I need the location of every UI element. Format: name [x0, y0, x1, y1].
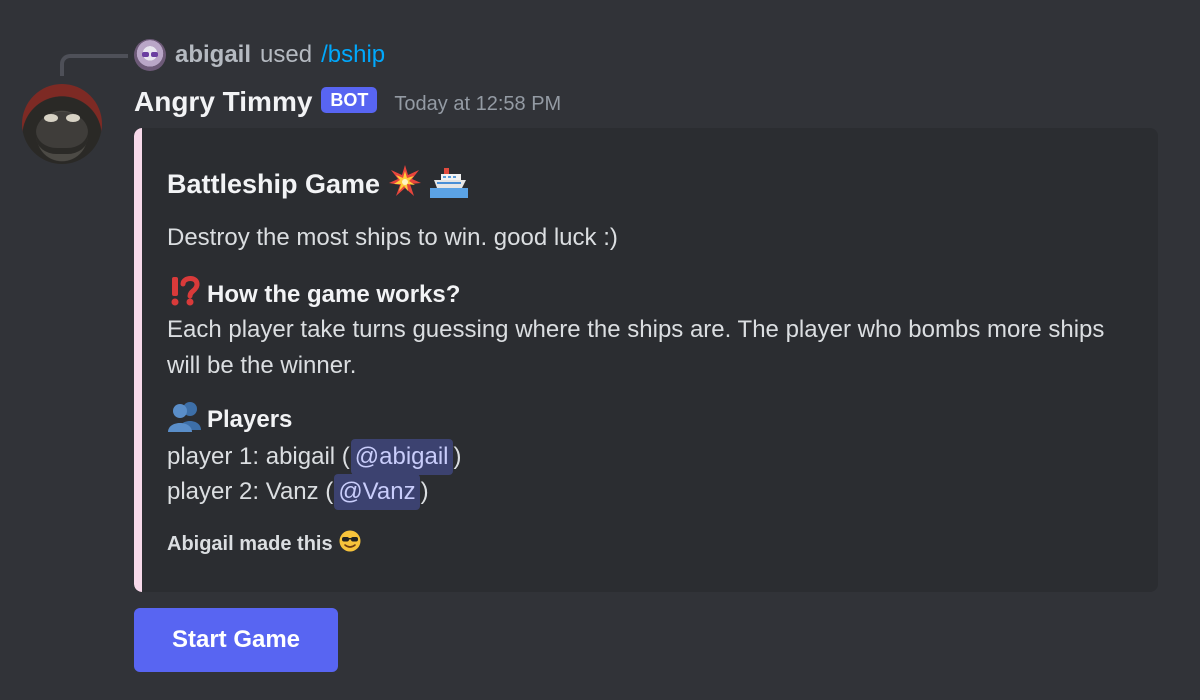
message-header: Angry Timmy BOT Today at 12:58 PM [134, 84, 561, 120]
reply-action-text: used [260, 41, 313, 68]
field-how-it-works-value: Each player take turns guessing where th… [167, 316, 1105, 379]
message-timestamp[interactable]: Today at 12:58 PM [394, 93, 561, 116]
embed-footer: Abigail made this [167, 530, 361, 558]
field-name-text: How the game works? [207, 280, 461, 308]
author-name[interactable]: Angry Timmy [134, 86, 312, 118]
reply-spine [60, 54, 128, 76]
embed-title: Battleship Game [167, 169, 381, 199]
field-how-it-works-name: How the game works? [167, 274, 460, 315]
reply-reference[interactable]: abigail used /bship [134, 38, 385, 72]
ship-icon [430, 164, 469, 205]
embed-accent-bar [134, 128, 142, 592]
sunglasses-face-icon [339, 530, 361, 558]
reply-username[interactable]: abigail [175, 41, 251, 69]
player-prefix: player 2: Vanz ( [167, 477, 334, 505]
collision-icon [388, 164, 422, 205]
player-prefix: player 1: abigail ( [167, 442, 350, 470]
start-game-button[interactable]: Start Game [134, 608, 338, 672]
player-line: player 2: Vanz ( @Vanz ) [167, 473, 462, 510]
player-suffix: ) [453, 442, 462, 470]
embed-card: Battleship Game Destroy the most ships t… [134, 128, 1158, 592]
reply-avatar[interactable] [134, 39, 166, 71]
bot-badge: BOT [321, 87, 378, 113]
embed-description: Destroy the most ships to win. good luck… [167, 224, 618, 251]
player-line: player 1: abigail ( @abigail ) [167, 438, 462, 475]
user-mention-abigail[interactable]: @abigail [350, 438, 453, 475]
interrobang-icon [167, 274, 201, 315]
field-name-text: Players [207, 405, 293, 433]
player-suffix: ) [420, 477, 429, 505]
field-players-value: player 1: abigail ( @abigail ) player 2:… [167, 438, 462, 510]
embed-title-row: Battleship Game [167, 164, 469, 205]
field-players-name: Players [167, 400, 292, 439]
user-mention-vanz[interactable]: @Vanz [334, 473, 420, 510]
reply-command[interactable]: /bship [321, 41, 385, 69]
author-avatar[interactable] [22, 84, 102, 164]
embed-footer-text: Abigail made this [167, 532, 333, 555]
busts-in-silhouette-icon [167, 400, 201, 439]
